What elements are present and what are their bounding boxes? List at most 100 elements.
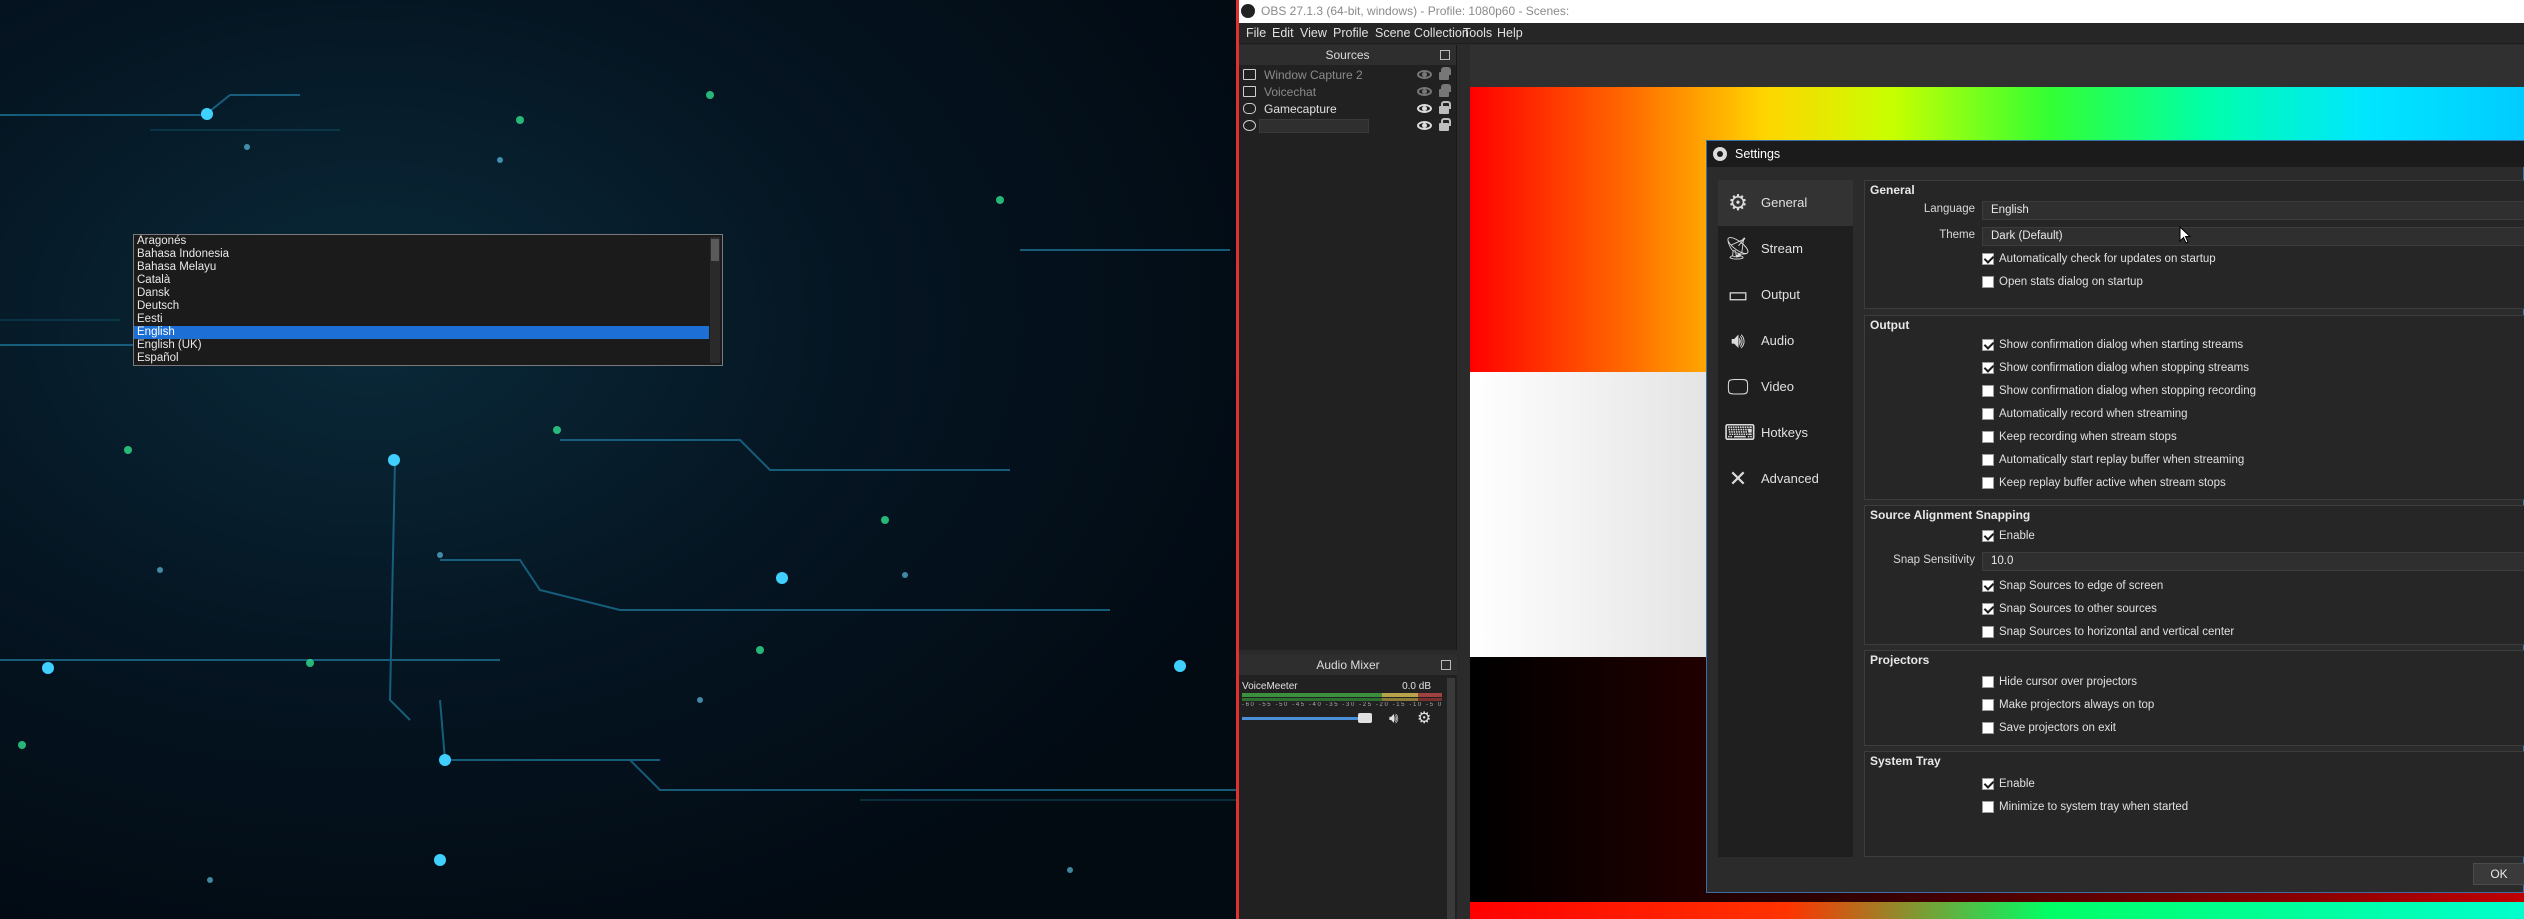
menu-profile[interactable]: Profile [1333,23,1368,44]
checkbox-box[interactable] [1982,676,1994,688]
auto-replay-buffer-checkbox[interactable]: Automatically start replay buffer when s… [1982,452,2244,468]
lock-icon[interactable] [1439,101,1451,114]
menu-tools[interactable]: Tools [1463,23,1492,44]
menu-file[interactable]: File [1246,23,1266,44]
checkbox-box[interactable] [1982,385,1994,397]
antenna-icon: 📡︎ [1724,236,1752,261]
source-item-voicechat[interactable]: Voicechat [1239,84,1457,100]
keep-recording-checkbox[interactable]: Keep recording when stream stops [1982,429,2177,445]
snap-edge-checkbox[interactable]: Snap Sources to edge of screen [1982,578,2163,594]
checkbox-box[interactable] [1982,431,1994,443]
checkbox-box[interactable] [1982,530,1994,542]
gear-icon[interactable]: ⚙ [1417,710,1435,728]
keep-replay-buffer-checkbox[interactable]: Keep replay buffer active when stream st… [1982,475,2226,491]
checkbox-box[interactable] [1982,276,1994,288]
nav-item-output[interactable]: ▭ Output [1718,272,1853,318]
language-option[interactable]: Español [134,352,722,365]
dock-float-icon[interactable] [1441,660,1451,670]
lock-icon[interactable] [1439,67,1451,80]
snap-sensitivity-input[interactable]: 10.0 [1982,552,2524,571]
eye-icon[interactable] [1417,121,1432,130]
nav-item-video[interactable]: 🖵︎ Video [1718,364,1853,410]
checkbox-box[interactable] [1982,801,1994,813]
keyboard-icon: ⌨ [1724,420,1756,445]
eye-icon[interactable] [1417,104,1432,113]
open-stats-checkbox[interactable]: Open stats dialog on startup [1982,274,2143,290]
snapping-enable-checkbox[interactable]: Enable [1982,528,2035,544]
language-option[interactable]: Aragonés [134,235,722,248]
nav-item-hotkeys[interactable]: ⌨ Hotkeys [1718,410,1853,456]
lock-icon[interactable] [1439,118,1451,131]
confirm-start-stream-checkbox[interactable]: Show confirmation dialog when starting s… [1982,337,2243,353]
language-option[interactable]: Dansk [134,287,722,300]
mixer-scrollbar[interactable] [1447,678,1455,919]
checkbox-box[interactable] [1982,626,1994,638]
eye-icon[interactable] [1417,87,1432,96]
language-option[interactable]: Bahasa Melayu [134,261,722,274]
source-name: Voicechat [1264,85,1317,99]
source-item-window-capture-2[interactable]: Window Capture 2 [1239,67,1457,83]
save-projectors-checkbox[interactable]: Save projectors on exit [1982,720,2116,736]
language-option[interactable]: Català [134,274,722,287]
checkbox-label: Snap Sources to horizontal and vertical … [1999,626,2235,638]
volume-slider[interactable] [1242,717,1368,720]
source-item-gamecapture[interactable]: Gamecapture [1239,101,1457,117]
dock-float-icon[interactable] [1440,50,1450,60]
ok-button[interactable]: OK [2473,863,2524,885]
eye-icon[interactable] [1417,70,1432,79]
nav-item-stream[interactable]: 📡︎ Stream [1718,226,1853,272]
checkbox-box[interactable] [1982,362,1994,374]
projectors-on-top-checkbox[interactable]: Make projectors always on top [1982,697,2154,713]
checkbox-box[interactable] [1982,454,1994,466]
system-tray-enable-checkbox[interactable]: Enable [1982,776,2035,792]
language-option[interactable]: English (UK) [134,339,722,352]
speaker-icon[interactable]: 🔊︎ [1389,711,1409,727]
checkbox-box[interactable] [1982,603,1994,615]
checkbox-label: Automatically record when streaming [1999,408,2188,420]
language-list-scrollbar[interactable] [710,237,720,363]
lock-icon[interactable] [1439,84,1451,97]
nav-item-audio[interactable]: 🔊︎ Audio [1718,318,1853,364]
source-rename-input[interactable] [1259,119,1369,133]
general-group: General Language English Theme Dark (Def… [1864,180,2524,309]
language-option[interactable]: Deutsch [134,300,722,313]
nav-item-general[interactable]: ⚙ General [1718,180,1853,226]
snap-other-sources-checkbox[interactable]: Snap Sources to other sources [1982,601,2157,617]
language-option-selected[interactable]: English [134,326,709,339]
checkbox-label: Automatically check for updates on start… [1999,253,2216,265]
confirm-stop-stream-checkbox[interactable]: Show confirmation dialog when stopping s… [1982,360,2249,376]
nav-item-advanced[interactable]: ✕ Advanced [1718,456,1853,502]
minimize-to-tray-checkbox[interactable]: Minimize to system tray when started [1982,799,2188,815]
source-item-renaming[interactable] [1239,118,1457,134]
checkbox-box[interactable] [1982,778,1994,790]
confirm-stop-recording-checkbox[interactable]: Show confirmation dialog when stopping r… [1982,383,2256,399]
language-dropdown-list[interactable]: Aragonés Bahasa Indonesia Bahasa Melayu … [133,234,723,366]
language-label: Language [1923,203,1975,215]
snap-center-checkbox[interactable]: Snap Sources to horizontal and vertical … [1982,624,2234,640]
checkbox-box[interactable] [1982,477,1994,489]
window-icon [1243,69,1256,80]
menu-edit[interactable]: Edit [1272,23,1294,44]
settings-general-page: General Language English Theme Dark (Def… [1864,180,2524,857]
check-updates-checkbox[interactable]: Automatically check for updates on start… [1982,251,2216,267]
checkbox-box[interactable] [1982,408,1994,420]
theme-select[interactable]: Dark (Default) [1982,227,2524,246]
language-option[interactable]: Bahasa Indonesia [134,248,722,261]
checkbox-box[interactable] [1982,339,1994,351]
auto-record-checkbox[interactable]: Automatically record when streaming [1982,406,2188,422]
language-option[interactable]: Eesti [134,313,722,326]
checkbox-box[interactable] [1982,699,1994,711]
volume-meter-ticks: -60 -55 -50 -45 -40 -35 -30 -25 -20 -15 … [1242,702,1442,708]
checkbox-label: Snap Sources to other sources [1999,603,2157,615]
language-select[interactable]: English [1982,201,2524,220]
menu-view[interactable]: View [1300,23,1327,44]
menu-help[interactable]: Help [1497,23,1523,44]
checkbox-box[interactable] [1982,253,1994,265]
checkbox-box[interactable] [1982,580,1994,592]
volume-slider-handle[interactable] [1358,713,1372,723]
checkbox-box[interactable] [1982,722,1994,734]
scrollbar-thumb[interactable] [711,239,719,261]
output-group: Output Show confirmation dialog when sta… [1864,315,2524,500]
hide-cursor-projectors-checkbox[interactable]: Hide cursor over projectors [1982,674,2137,690]
menu-scene-collection[interactable]: Scene Collection [1375,23,1469,44]
